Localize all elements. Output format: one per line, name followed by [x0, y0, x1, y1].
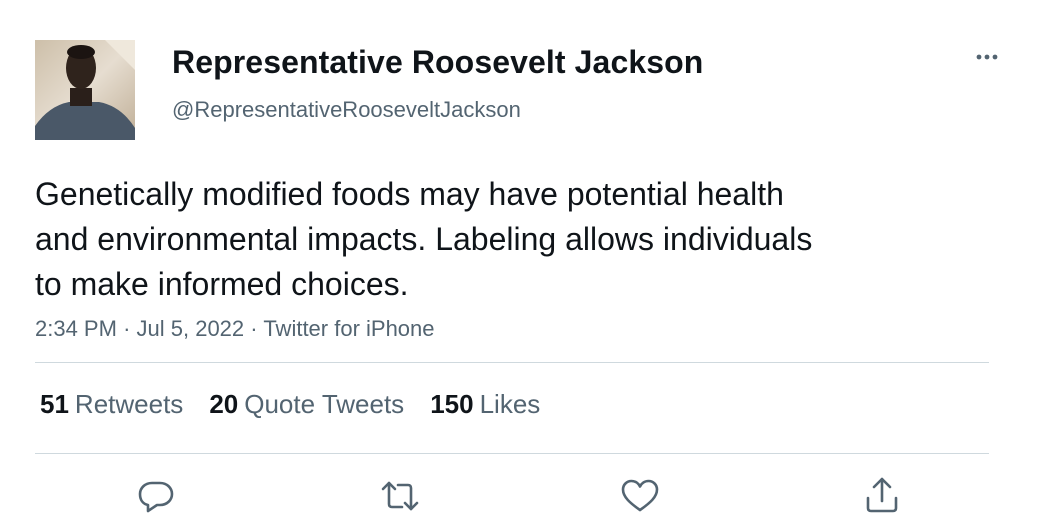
tweet-stats: 51 Retweets 20 Quote Tweets 150 Likes [40, 389, 566, 420]
reply-button[interactable] [134, 474, 178, 518]
tweet-detail: Representative Roosevelt Jackson @Repres… [0, 0, 1050, 525]
reply-icon [138, 481, 174, 513]
retweet-button[interactable] [378, 474, 422, 518]
likes-label: Likes [479, 389, 541, 419]
meta-separator: · [123, 316, 131, 341]
tweet-source[interactable]: Twitter for iPhone [263, 316, 434, 341]
author-handle[interactable]: @RepresentativeRooseveltJackson [172, 97, 521, 123]
heart-icon [621, 479, 659, 512]
divider [35, 453, 989, 454]
like-button[interactable] [618, 474, 662, 518]
quote-tweets-count: 20 [209, 389, 239, 419]
retweets-count: 51 [40, 389, 69, 419]
tweet-metadata: 2:34 PM · Jul 5, 2022 · Twitter for iPho… [35, 316, 435, 342]
likes-stat[interactable]: 150 Likes [430, 389, 540, 420]
retweets-stat[interactable]: 51 Retweets [40, 389, 183, 420]
likes-count: 150 [430, 389, 474, 419]
avatar[interactable] [35, 40, 135, 140]
tweet-text: Genetically modified foods may have pote… [35, 176, 813, 302]
tweet-time[interactable]: 2:34 PM [35, 316, 117, 341]
quote-tweets-stat[interactable]: 20 Quote Tweets [209, 389, 404, 420]
quote-tweets-label: Quote Tweets [244, 389, 405, 419]
meta-separator: · [250, 316, 258, 341]
retweet-icon [381, 481, 419, 511]
tweet-date[interactable]: Jul 5, 2022 [137, 316, 245, 341]
more-options-icon[interactable] [970, 44, 1004, 70]
retweets-label: Retweets [74, 389, 184, 419]
author-display-name[interactable]: Representative Roosevelt Jackson [172, 44, 703, 81]
divider [35, 362, 989, 363]
share-icon [866, 477, 898, 513]
profile-photo-icon [35, 40, 135, 140]
share-button[interactable] [860, 474, 904, 518]
